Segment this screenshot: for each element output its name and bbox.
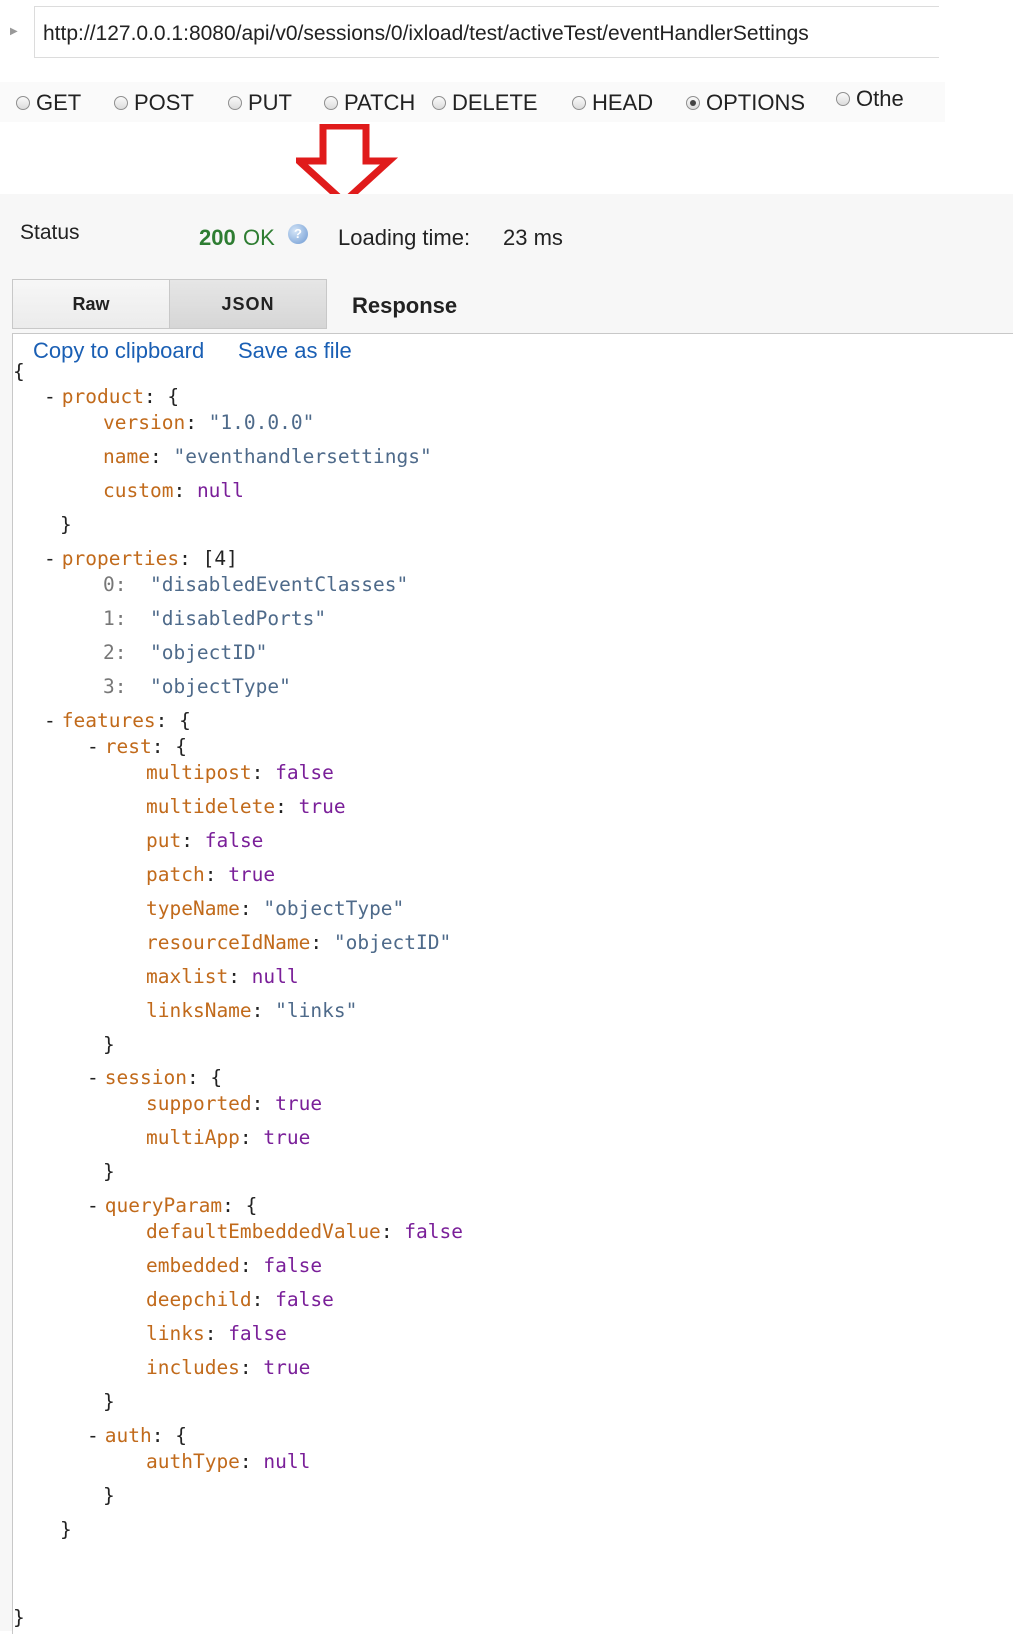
status-code: 200 [199, 225, 236, 250]
json-row: authType: null [146, 1450, 311, 1473]
json-close-brace: } [60, 1518, 72, 1541]
json-row: 3: "objectType" [103, 675, 291, 698]
radio-icon[interactable] [572, 96, 586, 110]
tab-raw[interactable]: Raw [12, 279, 170, 329]
json-row: maxlist: null [146, 965, 299, 988]
collapse-toggle-icon[interactable]: - [87, 735, 99, 758]
json-row: custom: null [103, 479, 244, 502]
radio-icon[interactable] [228, 96, 242, 110]
collapse-toggle-icon[interactable]: - [87, 1194, 99, 1217]
json-row: supported: true [146, 1092, 323, 1115]
json-row: multidelete: true [146, 795, 346, 818]
json-row: embedded: false [146, 1254, 323, 1277]
radio-icon[interactable] [16, 96, 30, 110]
method-head[interactable]: HEAD [572, 90, 653, 116]
json-row: 1: "disabledPorts" [103, 607, 327, 630]
response-title: Response [352, 293, 458, 318]
json-row: 2: "objectID" [103, 641, 268, 664]
json-row: defaultEmbeddedValue: false [146, 1220, 463, 1243]
status-label: Status [20, 221, 80, 244]
json-node-queryparam[interactable]: - queryParam: { [87, 1196, 257, 1216]
json-close-brace: } [103, 1033, 115, 1056]
loading-time-value: 23 ms [503, 225, 563, 250]
method-post[interactable]: POST [114, 90, 194, 116]
radio-icon[interactable] [836, 92, 850, 106]
json-row: 0: "disabledEventClasses" [103, 573, 409, 596]
method-selector: GET POST PUT PATCH DELETE HEAD OPTIONS O… [0, 82, 945, 122]
json-row: deepchild: false [146, 1288, 334, 1311]
json-row: put: false [146, 829, 264, 852]
method-options[interactable]: OPTIONS [686, 90, 805, 116]
json-row: links: false [146, 1322, 287, 1345]
collapse-toggle-icon[interactable]: - [44, 709, 56, 732]
method-other[interactable]: Othe [836, 86, 904, 112]
help-icon[interactable]: ? [288, 224, 308, 244]
json-row: typeName: "objectType" [146, 897, 405, 920]
loading-time-label: Loading time: [338, 225, 471, 250]
copy-to-clipboard-link[interactable]: Copy to clipboard [33, 338, 204, 364]
json-close-brace: } [13, 1606, 25, 1629]
method-put[interactable]: PUT [228, 90, 292, 116]
status-text: OK [243, 225, 275, 250]
json-row: includes: true [146, 1356, 311, 1379]
json-row: patch: true [146, 863, 276, 886]
collapse-toggle-icon[interactable]: - [87, 1424, 99, 1447]
json-node-session[interactable]: - session: { [87, 1068, 222, 1088]
method-get[interactable]: GET [16, 90, 81, 116]
radio-icon-selected[interactable] [686, 96, 700, 110]
json-close-brace: } [60, 513, 72, 536]
save-as-file-link[interactable]: Save as file [238, 338, 352, 364]
json-row: resourceIdName: "objectID" [146, 931, 452, 954]
radio-icon[interactable] [114, 96, 128, 110]
json-node-features[interactable]: - features: { [44, 711, 191, 731]
json-row: multipost: false [146, 761, 334, 784]
collapse-toggle-icon[interactable]: - [44, 385, 56, 408]
json-node-product[interactable]: - product: { [44, 387, 179, 407]
method-patch[interactable]: PATCH [324, 90, 415, 116]
json-close-brace: } [103, 1390, 115, 1413]
json-row: version: "1.0.0.0" [103, 411, 315, 434]
url-field[interactable] [34, 6, 939, 58]
radio-icon[interactable] [324, 96, 338, 110]
json-close-brace: } [103, 1484, 115, 1507]
json-close-brace: } [103, 1160, 115, 1183]
json-row: multiApp: true [146, 1126, 311, 1149]
expand-triangle-icon[interactable]: ▶ [10, 26, 18, 37]
url-input[interactable] [43, 21, 923, 47]
json-node-auth[interactable]: - auth: { [87, 1426, 187, 1446]
json-node-rest[interactable]: - rest: { [87, 737, 187, 757]
json-open-brace: { [13, 360, 25, 383]
json-node-properties[interactable]: - properties: [4] [44, 549, 238, 569]
radio-icon[interactable] [432, 96, 446, 110]
collapse-toggle-icon[interactable]: - [44, 547, 56, 570]
tab-json[interactable]: JSON [169, 279, 327, 329]
collapse-toggle-icon[interactable]: - [87, 1066, 99, 1089]
json-row: name: "eventhandlersettings" [103, 445, 432, 468]
json-row: linksName: "links" [146, 999, 358, 1022]
method-delete[interactable]: DELETE [432, 90, 538, 116]
